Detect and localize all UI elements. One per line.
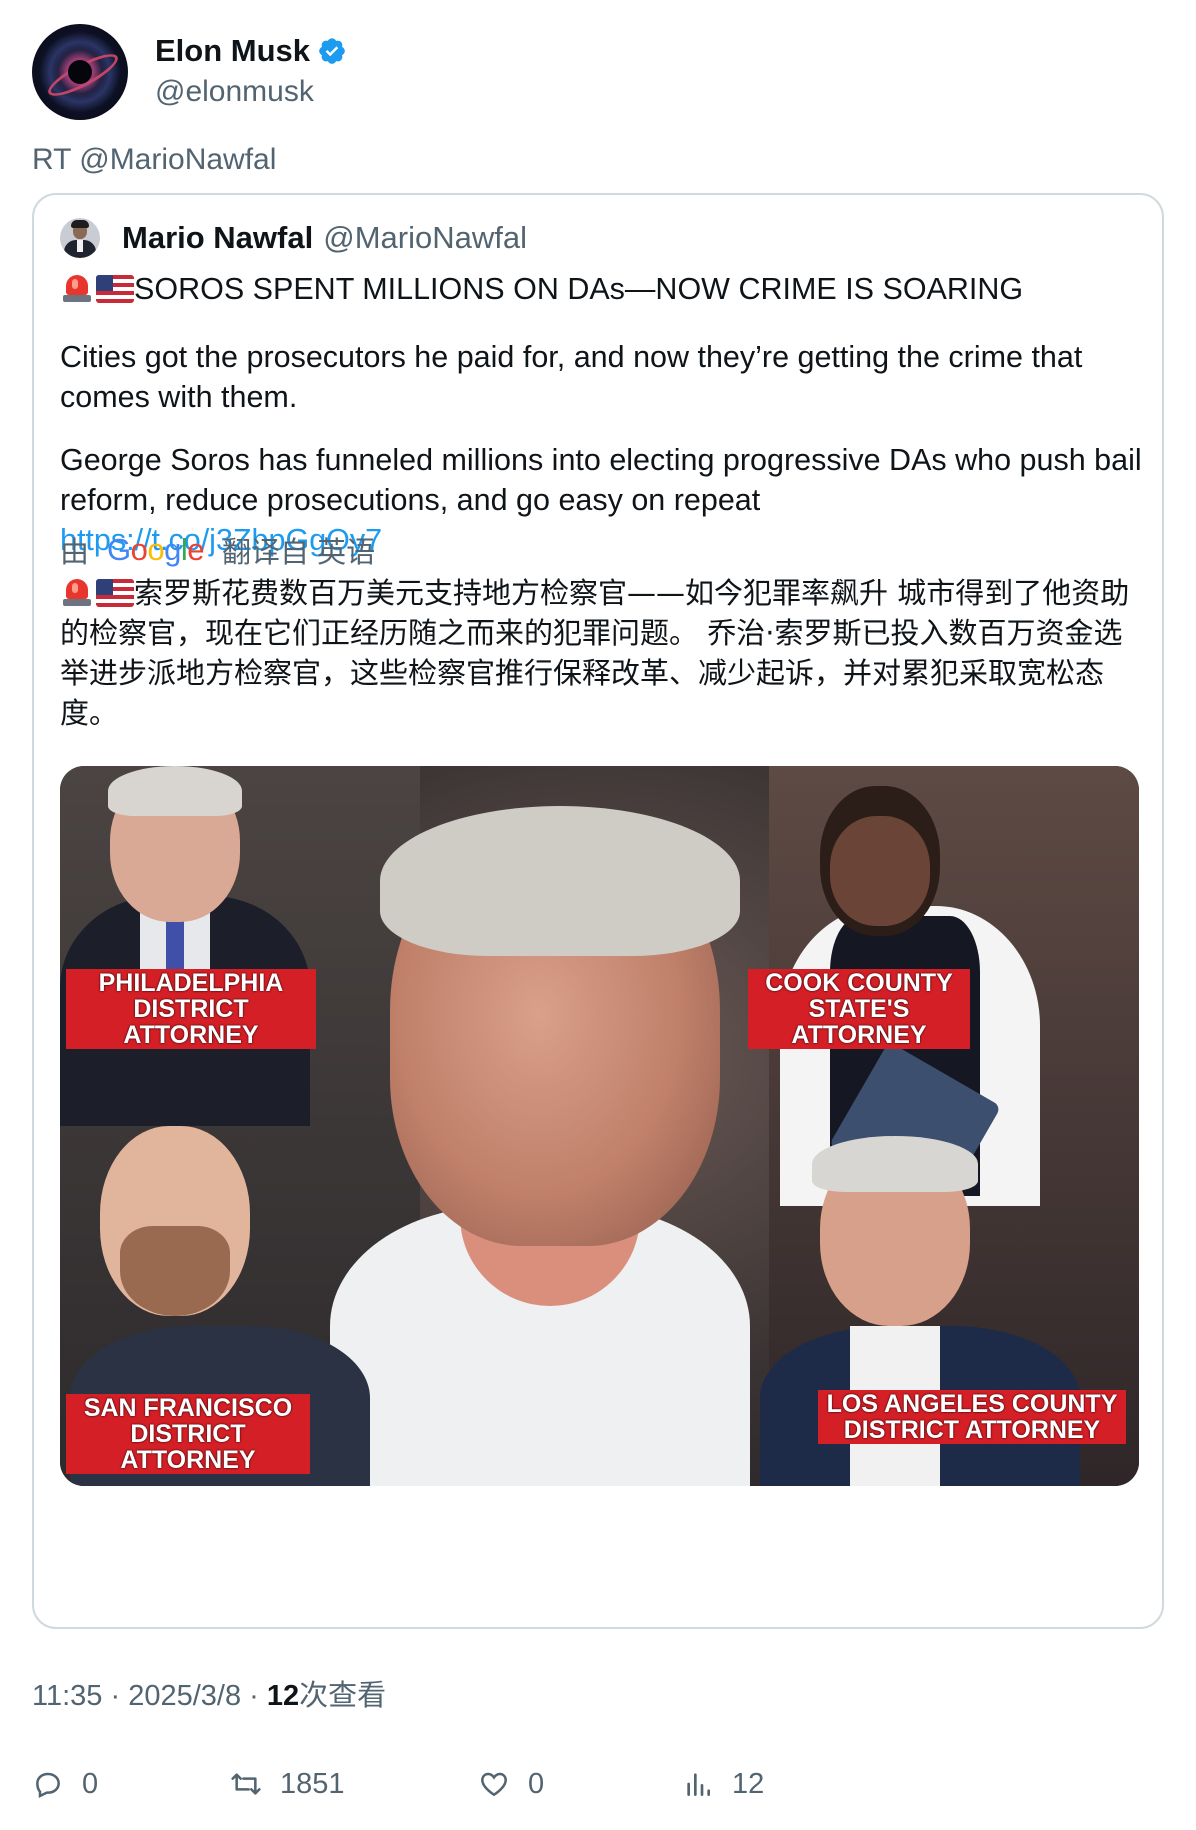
- translated-text: 索罗斯花费数百万美元支持地方检察官——如今犯罪率飙升 城市得到了他资助的检察官，…: [60, 573, 1150, 733]
- translation-body: 索罗斯花费数百万美元支持地方检察官——如今犯罪率飙升 城市得到了他资助的检察官，…: [60, 576, 1130, 730]
- label-sf-line1: SAN FRANCISCO: [83, 1394, 293, 1422]
- reply-count: 0: [82, 1767, 99, 1800]
- label-cook-line2: STATE'S ATTORNEY: [791, 995, 927, 1049]
- google-logo-icon: Google: [107, 532, 205, 567]
- meta-separator: ·: [110, 1680, 121, 1712]
- translation-suffix: 翻译自 英语: [222, 537, 376, 569]
- label-sf-line2: DISTRICT ATTORNEY: [120, 1420, 256, 1474]
- police-light-emoji-icon: [60, 575, 94, 609]
- author-handle[interactable]: @elonmusk: [155, 72, 347, 112]
- quoted-author-name[interactable]: Mario Nawfal: [122, 220, 313, 256]
- heart-icon: [481, 1772, 507, 1797]
- analytics-icon: [687, 1773, 710, 1796]
- retweet-button[interactable]: 1851: [230, 1760, 345, 1808]
- author-name-row: Elon Musk: [155, 32, 347, 70]
- reply-icon: [36, 1772, 60, 1799]
- headline-text: SOROS SPENT MILLIONS ON DAs—NOW CRIME IS…: [134, 272, 1024, 306]
- author-names: Elon Musk @elonmusk: [155, 32, 347, 112]
- reply-button[interactable]: 0: [32, 1760, 98, 1808]
- tweet-time[interactable]: 11:35: [32, 1680, 102, 1712]
- verified-badge-icon: [319, 38, 345, 64]
- paragraph-2-text: George Soros has funneled millions into …: [60, 443, 1142, 517]
- meta-separator: ·: [249, 1680, 259, 1712]
- action-bar: 0 1851 0 12: [32, 1760, 1164, 1808]
- translation-attribution: 由 Google 翻译自 英语: [60, 528, 375, 572]
- label-cook-line1: COOK COUNTY: [765, 969, 953, 997]
- label-cook-county: COOK COUNTY STATE'S ATTORNEY: [748, 969, 970, 1049]
- quoted-author-handle[interactable]: @MarioNawfal: [323, 220, 527, 256]
- us-flag-emoji-icon: [96, 275, 134, 303]
- label-los-angeles: LOS ANGELES COUNTY DISTRICT ATTORNEY: [818, 1390, 1126, 1444]
- quoted-author-avatar[interactable]: [60, 218, 100, 258]
- like-button[interactable]: 0: [478, 1760, 544, 1808]
- retweet-line: RT @MarioNawfal: [32, 143, 277, 176]
- us-flag-emoji-icon: [96, 579, 134, 607]
- label-la-line2: DISTRICT ATTORNEY: [843, 1416, 1101, 1444]
- translation-prefix: 由: [60, 537, 90, 569]
- tweet-header: Elon Musk @elonmusk: [32, 24, 347, 120]
- views-action-count: 12: [732, 1767, 765, 1800]
- retweet-count: 1851: [280, 1767, 345, 1800]
- center-person-hair: [380, 806, 740, 956]
- author-avatar[interactable]: [32, 24, 128, 120]
- retweet-icon: [231, 1773, 261, 1795]
- tweet-date[interactable]: 2025/3/8: [128, 1680, 241, 1712]
- label-philadelphia-line2: DISTRICT ATTORNEY: [123, 995, 259, 1049]
- label-philadelphia-line1: PHILADELPHIA: [98, 969, 284, 997]
- tweet-image[interactable]: PHILADELPHIA DISTRICT ATTORNEY COOK COUN…: [60, 766, 1139, 1486]
- label-philadelphia: PHILADELPHIA DISTRICT ATTORNEY: [66, 969, 316, 1049]
- tweet-meta: 11:35 · 2025/3/8 · 12次查看: [32, 1672, 386, 1714]
- police-light-emoji-icon: [60, 271, 94, 305]
- views-count: 12: [266, 1680, 300, 1712]
- like-count: 0: [528, 1767, 545, 1800]
- views-button[interactable]: 12: [682, 1760, 764, 1808]
- label-san-francisco: SAN FRANCISCO DISTRICT ATTORNEY: [66, 1394, 310, 1474]
- quoted-header: Mario Nawfal @MarioNawfal: [60, 217, 527, 259]
- views-label: 次查看: [299, 1680, 387, 1712]
- quoted-tweet-card[interactable]: Mario Nawfal @MarioNawfal SOROS SPENT MI…: [32, 193, 1164, 1629]
- quoted-headline: SOROS SPENT MILLIONS ON DAs—NOW CRIME IS…: [60, 269, 1146, 309]
- quoted-paragraph-1: Cities got the prosecutors he paid for, …: [60, 340, 1083, 414]
- author-name[interactable]: Elon Musk: [155, 32, 310, 70]
- label-la-line1: LOS ANGELES COUNTY: [826, 1390, 1118, 1418]
